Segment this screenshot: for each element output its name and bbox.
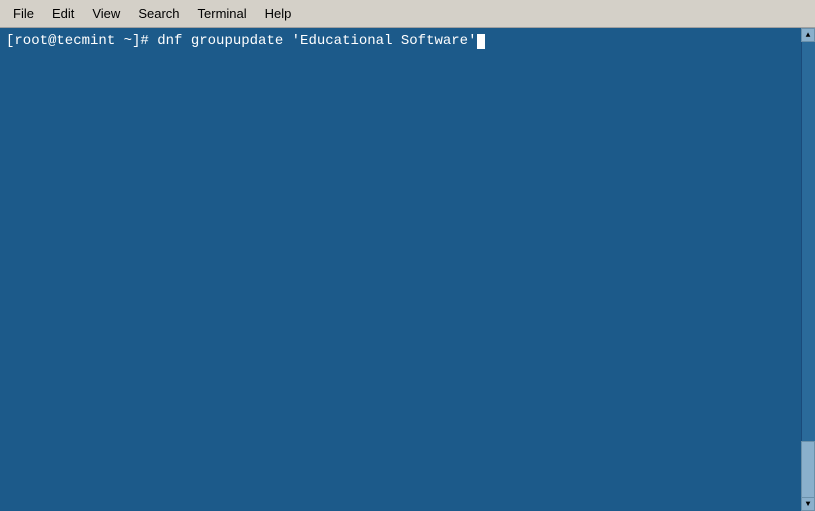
menu-search[interactable]: Search <box>129 3 188 24</box>
scrollbar-arrow-down[interactable]: ▼ <box>801 497 815 511</box>
terminal-body[interactable]: [root@tecmint ~]# dnf groupupdate 'Educa… <box>0 28 815 511</box>
terminal-line: [root@tecmint ~]# dnf groupupdate 'Educa… <box>6 32 809 52</box>
scrollbar-thumb[interactable] <box>801 441 815 501</box>
menu-file[interactable]: File <box>4 3 43 24</box>
menubar: File Edit View Search Terminal Help <box>0 0 815 28</box>
scrollbar-arrow-up[interactable]: ▲ <box>801 28 815 42</box>
menu-view[interactable]: View <box>83 3 129 24</box>
terminal-prompt: [root@tecmint ~]# <box>6 32 157 52</box>
terminal-command: dnf groupupdate 'Educational Software' <box>157 32 476 52</box>
menu-help[interactable]: Help <box>256 3 301 24</box>
menu-edit[interactable]: Edit <box>43 3 83 24</box>
menu-terminal[interactable]: Terminal <box>189 3 256 24</box>
terminal-cursor <box>477 34 485 49</box>
scrollbar[interactable]: ▲ ▼ <box>801 28 815 511</box>
